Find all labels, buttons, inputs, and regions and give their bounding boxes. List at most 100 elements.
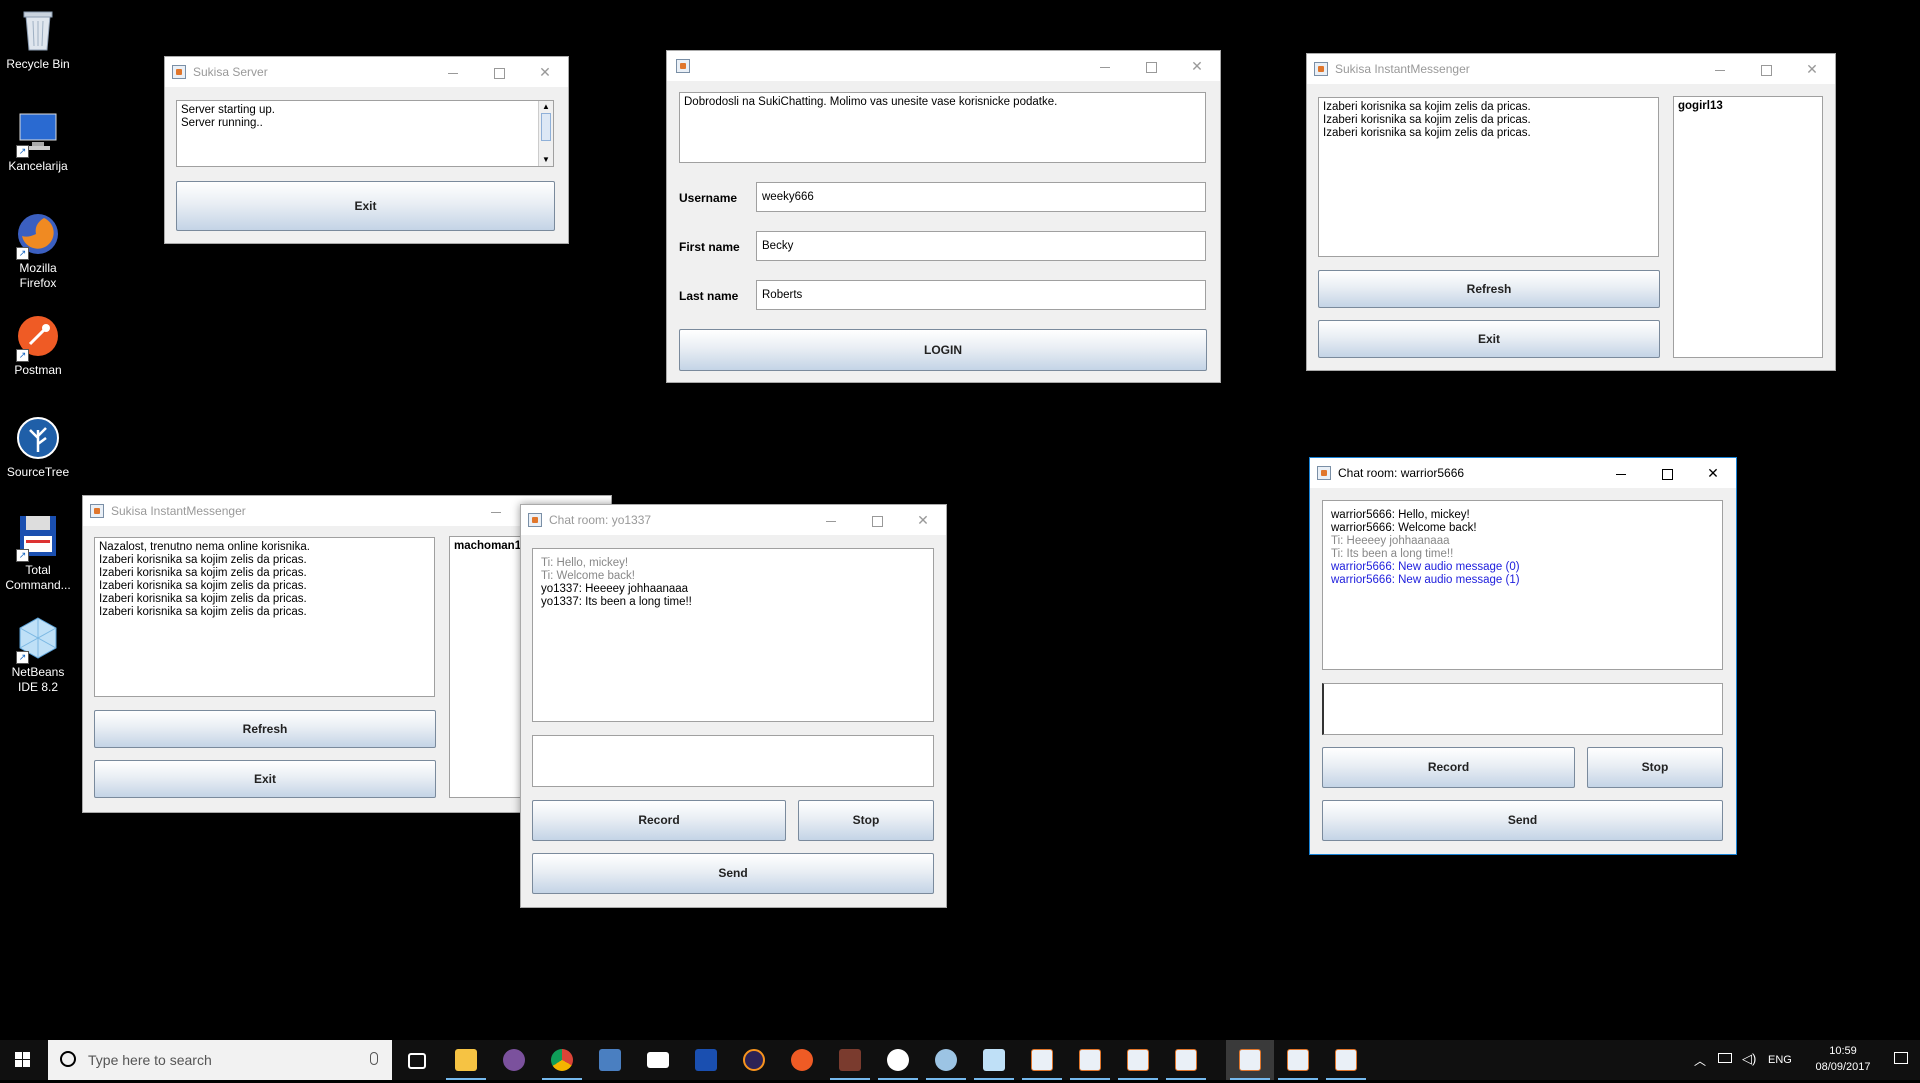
message-input[interactable] [1322, 683, 1723, 735]
desktop-icon-sourcetree[interactable]: SourceTree [0, 414, 76, 480]
clock-date[interactable]: 08/09/2017 [1810, 1061, 1876, 1073]
refresh-button[interactable]: Refresh [1318, 270, 1660, 308]
server-log[interactable]: Server starting up. Server running.. ▲ ▼ [176, 100, 554, 167]
clock-time[interactable]: 10:59 [1818, 1045, 1868, 1057]
minimize-button[interactable] [1082, 51, 1128, 81]
java-app-icon [90, 504, 104, 518]
record-button[interactable]: Record [1322, 747, 1575, 788]
taskbar-app-java-6[interactable] [1274, 1040, 1322, 1080]
close-button[interactable]: ✕ [522, 57, 568, 87]
message-line: Izaberi korisnika sa kojim zelis da pric… [99, 593, 307, 605]
refresh-button[interactable]: Refresh [94, 710, 436, 748]
title-bar[interactable]: Sukisa Server ✕ [165, 57, 568, 87]
minimize-button[interactable] [1697, 54, 1743, 84]
desktop-icon-total-commander[interactable]: ↗ Total Command... [0, 512, 76, 593]
close-button[interactable]: ✕ [1789, 54, 1835, 84]
volume-icon[interactable]: ◁) [1742, 1051, 1756, 1067]
login-button[interactable]: LOGIN [679, 329, 1207, 371]
window-title: Sukisa InstantMessenger [111, 504, 246, 518]
minimize-button[interactable] [1598, 458, 1644, 488]
scroll-down-arrow[interactable]: ▼ [539, 154, 553, 166]
taskbar-app-virtualbox[interactable] [586, 1040, 634, 1080]
stop-button[interactable]: Stop [1587, 747, 1723, 788]
virtualbox-icon [599, 1049, 621, 1071]
taskbar-app-slack[interactable] [874, 1040, 922, 1080]
desktop-icon-firefox[interactable]: ↗ Mozilla Firefox [0, 210, 76, 291]
exit-button[interactable]: Exit [1318, 320, 1660, 358]
maximize-button[interactable] [1644, 458, 1690, 488]
scroll-up-arrow[interactable]: ▲ [539, 101, 553, 113]
firstname-field[interactable]: Becky [756, 231, 1206, 261]
audio-message-link[interactable]: warrior5666: New audio message (1) [1331, 574, 1718, 587]
paint-icon [935, 1049, 957, 1071]
task-view-button[interactable] [392, 1040, 440, 1080]
desktop-icon-postman[interactable]: ↗ Postman [0, 312, 76, 378]
maximize-button[interactable] [1128, 51, 1174, 81]
maximize-button[interactable] [854, 505, 900, 535]
message-line: Izaberi korisnika sa kojim zelis da pric… [99, 580, 307, 592]
taskbar-app-mail[interactable] [634, 1040, 682, 1080]
stop-button[interactable]: Stop [798, 800, 934, 841]
minimize-button[interactable] [808, 505, 854, 535]
taskbar-app-java-4[interactable] [1162, 1040, 1210, 1080]
start-button[interactable] [0, 1040, 46, 1080]
maximize-button[interactable] [1743, 54, 1789, 84]
taskbar-app-eclipse[interactable] [730, 1040, 778, 1080]
message-input[interactable] [532, 735, 934, 787]
chat-history: warrior5666: Hello, mickey! warrior5666:… [1322, 500, 1723, 670]
user-list-item[interactable]: gogirl13 [1678, 100, 1818, 113]
message-line: Nazalost, trenutno nema online korisnika… [99, 541, 310, 553]
microphone-icon[interactable] [370, 1052, 378, 1065]
scrollbar[interactable]: ▲ ▼ [538, 101, 553, 166]
close-button[interactable]: ✕ [900, 505, 946, 535]
scroll-thumb[interactable] [541, 113, 551, 141]
login-window: ✕ Dobrodosli na SukiChatting. Molimo vas… [666, 50, 1221, 383]
taskbar-app-java-3[interactable] [1114, 1040, 1162, 1080]
taskbar-app-netbeans[interactable] [970, 1040, 1018, 1080]
taskbar-app-viber[interactable] [490, 1040, 538, 1080]
taskbar-app-postman[interactable] [778, 1040, 826, 1080]
close-button[interactable]: ✕ [1690, 458, 1736, 488]
slack-icon [887, 1049, 909, 1071]
welcome-text: Dobrodosli na SukiChatting. Molimo vas u… [684, 96, 1058, 108]
taskbar-app-game[interactable] [826, 1040, 874, 1080]
title-bar[interactable]: Sukisa InstantMessenger ✕ [1307, 54, 1835, 84]
close-button[interactable]: ✕ [1174, 51, 1220, 81]
title-bar[interactable]: ✕ [667, 51, 1220, 81]
desktop-icon-kancelarija[interactable]: ↗ Kancelarija [0, 108, 76, 174]
java-icon [1335, 1049, 1357, 1071]
send-button[interactable]: Send [1322, 800, 1723, 841]
chat-message: warrior5666: Welcome back! [1331, 522, 1477, 534]
taskbar-app-java-7[interactable] [1322, 1040, 1370, 1080]
audio-message-link[interactable]: warrior5666: New audio message (0) [1331, 561, 1718, 574]
minimize-button[interactable] [473, 496, 519, 526]
username-field[interactable]: weeky666 [756, 182, 1206, 212]
taskbar-app-total-commander[interactable] [682, 1040, 730, 1080]
record-button[interactable]: Record [532, 800, 786, 841]
taskbar-app-chrome[interactable] [538, 1040, 586, 1080]
notification-icon[interactable] [1894, 1052, 1908, 1064]
desktop-icon-recycle-bin[interactable]: Recycle Bin [0, 6, 76, 72]
send-button[interactable]: Send [532, 853, 934, 894]
minimize-button[interactable] [430, 57, 476, 87]
exit-button[interactable]: Exit [176, 181, 555, 231]
minimize-icon [491, 511, 501, 513]
maximize-button[interactable] [476, 57, 522, 87]
title-bar[interactable]: Chat room: yo1337 ✕ [521, 505, 946, 535]
desktop-icon-netbeans[interactable]: ↗ NetBeans IDE 8.2 [0, 614, 76, 695]
taskbar-app-paint[interactable] [922, 1040, 970, 1080]
taskbar-app-java-2[interactable] [1066, 1040, 1114, 1080]
mail-icon [647, 1052, 669, 1068]
taskbar-app-java-1[interactable] [1018, 1040, 1066, 1080]
close-icon: ✕ [1191, 58, 1203, 74]
chevron-up-icon[interactable]: ︿ [1694, 1052, 1706, 1069]
search-box[interactable]: Type here to search [48, 1040, 392, 1080]
language-indicator[interactable]: ENG [1768, 1054, 1792, 1066]
exit-button[interactable]: Exit [94, 760, 436, 798]
network-icon[interactable] [1718, 1053, 1732, 1063]
taskbar-app-java-5[interactable] [1226, 1040, 1274, 1080]
online-users-list[interactable]: gogirl13 [1673, 96, 1823, 358]
title-bar[interactable]: Chat room: warrior5666 ✕ [1310, 458, 1736, 488]
taskbar-app-file-explorer[interactable] [442, 1040, 490, 1080]
lastname-field[interactable]: Roberts [756, 280, 1206, 310]
